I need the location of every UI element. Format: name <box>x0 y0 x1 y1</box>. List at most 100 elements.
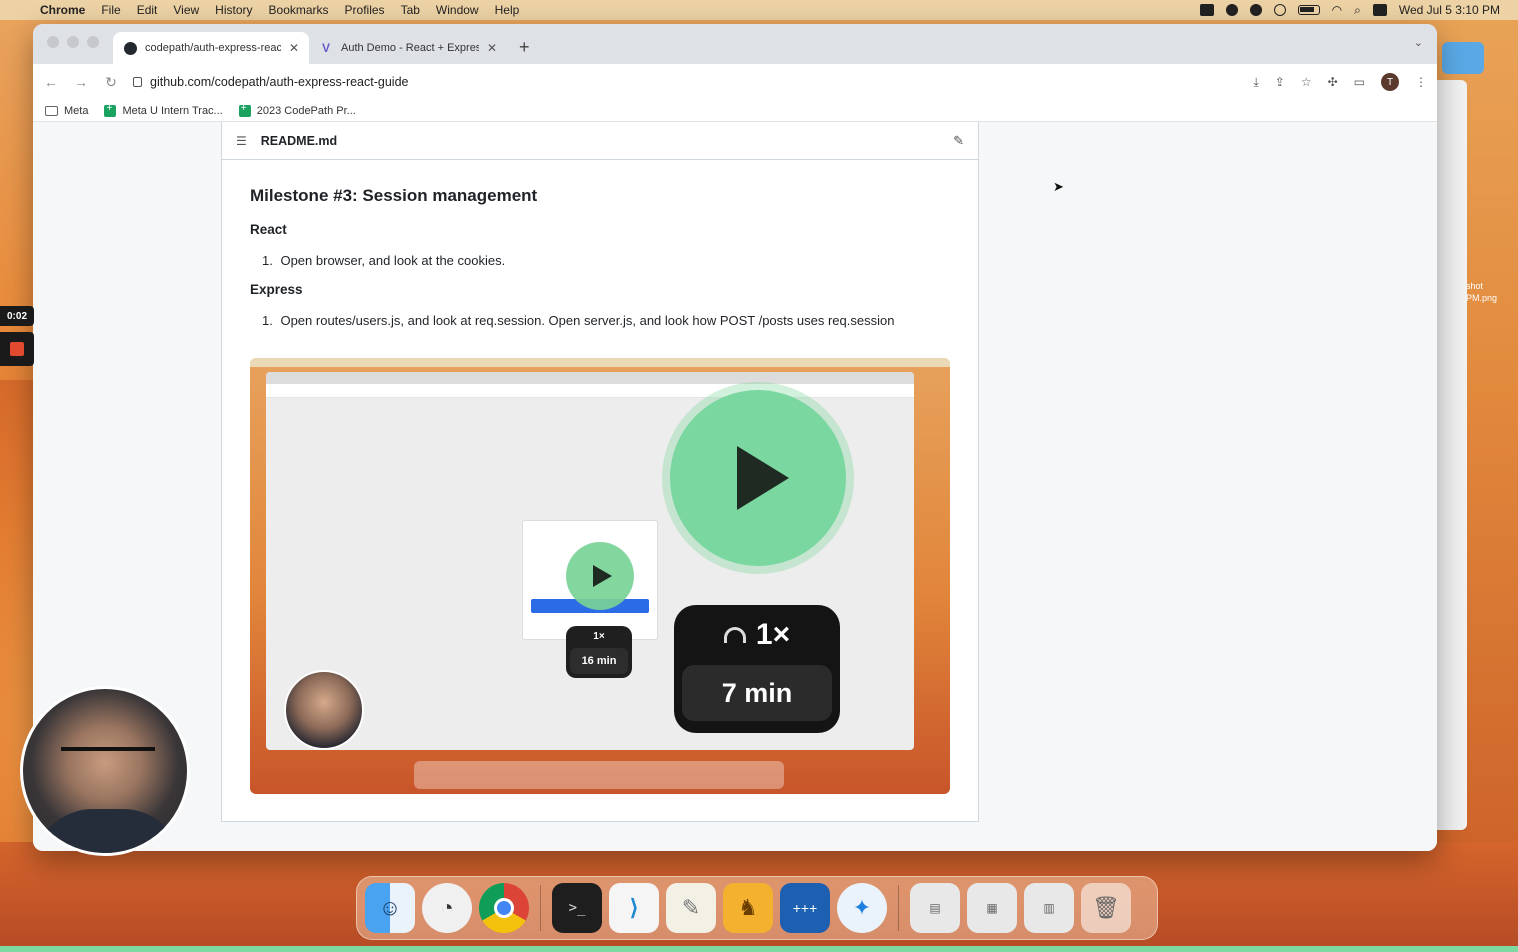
address-bar[interactable]: github.com/codepath/auth-express-react-g… <box>133 69 1239 95</box>
document-icon[interactable]: ▥ <box>1024 883 1074 933</box>
readme-header: ☰ README.md ✎ <box>222 122 978 160</box>
facebook-icon[interactable] <box>1249 4 1262 16</box>
list-number: 1. <box>262 253 273 268</box>
vite-icon: V <box>321 41 330 55</box>
menu-view[interactable]: View <box>165 3 207 17</box>
extensions-icon[interactable]: ✣ <box>1328 75 1338 89</box>
finder-icon[interactable]: ☺ <box>365 883 415 933</box>
new-tab-button[interactable]: + <box>507 37 542 64</box>
trash-icon[interactable]: 🗑 <box>1081 883 1131 933</box>
list-item-text: Open browser, and look at the cookies. <box>280 253 506 268</box>
list-item-text: Open routes/users.js, and look at req.se… <box>280 313 895 328</box>
webcam-person <box>61 747 155 769</box>
menu-file[interactable]: File <box>93 3 128 17</box>
thumbnail-menubar <box>250 358 950 367</box>
safari-icon[interactable]: ✦ <box>837 883 887 933</box>
menu-edit[interactable]: Edit <box>129 3 166 17</box>
outline-list-icon[interactable]: ☰ <box>236 134 247 148</box>
webcam-person-shirt <box>33 809 183 853</box>
bookmark-meta[interactable]: Meta <box>45 105 88 117</box>
profile-avatar[interactable]: T <box>1381 73 1399 91</box>
tab-auth-demo[interactable]: V Auth Demo - React + Express ✕ <box>309 32 507 64</box>
tableplus-icon[interactable]: ♞ <box>723 883 773 933</box>
menu-help[interactable]: Help <box>487 3 528 17</box>
bookmark-meta-u-intern[interactable]: Meta U Intern Trac... <box>104 103 223 117</box>
bookmark-codepath[interactable]: 2023 CodePath Pr... <box>238 103 356 117</box>
inner-play-icon <box>566 542 634 610</box>
inner-speed: 1× <box>593 631 605 642</box>
edit-pencil-icon[interactable]: ✎ <box>953 133 964 149</box>
webcam-bubble[interactable] <box>20 686 190 856</box>
dock-separator <box>540 885 541 931</box>
tab-title: codepath/auth-express-react- <box>145 42 281 54</box>
install-icon[interactable]: ⤓ <box>1253 75 1258 90</box>
dock-separator <box>898 885 899 931</box>
menu-history[interactable]: History <box>207 3 260 17</box>
close-window-icon[interactable] <box>47 36 59 48</box>
star-icon[interactable]: ☆ <box>1301 75 1312 89</box>
video-thumbnail[interactable]: 1× 16 min 1× 7 min <box>250 358 950 794</box>
textedit-icon[interactable]: ✎ <box>666 883 716 933</box>
activity-icon[interactable]: ◔ <box>422 883 472 933</box>
tab-strip: codepath/auth-express-react- ✕ V Auth De… <box>33 24 1437 64</box>
forward-icon[interactable]: → <box>73 74 89 90</box>
minimize-window-icon[interactable] <box>67 36 79 48</box>
speed-duration-badge[interactable]: 1× 7 min <box>674 605 840 733</box>
menu-tab[interactable]: Tab <box>393 3 428 17</box>
chrome-icon[interactable] <box>479 883 529 933</box>
clock[interactable]: Wed Jul 5 3:10 PM <box>1399 3 1500 17</box>
thumbnail-tabs <box>266 372 914 384</box>
close-tab-icon[interactable]: ✕ <box>487 41 497 55</box>
sidepanel-icon[interactable]: ▭ <box>1354 75 1365 89</box>
share-icon[interactable]: ⇪ <box>1275 75 1285 89</box>
readme-panel: ☰ README.md ✎ Milestone #3: Session mana… <box>221 122 979 822</box>
menu-window[interactable]: Window <box>428 3 487 17</box>
list-number: 1. <box>262 313 273 328</box>
menu-profiles[interactable]: Profiles <box>337 3 393 17</box>
milestone-heading: Milestone #3: Session management <box>250 186 538 205</box>
browser-window: codepath/auth-express-react- ✕ V Auth De… <box>33 24 1437 851</box>
vscode-icon[interactable]: ⟩ <box>609 883 659 933</box>
lock-icon[interactable] <box>133 77 142 87</box>
control-center-icon[interactable] <box>1372 4 1387 16</box>
desktop-file-label[interactable]: shot PM.png <box>1466 280 1518 304</box>
more-menu-icon[interactable]: ⋮ <box>1415 75 1427 89</box>
browser-toolbar: ← → ↻ github.com/codepath/auth-express-r… <box>33 64 1437 100</box>
calculator-icon[interactable]: +++ <box>780 883 830 933</box>
bookmark-label: Meta <box>64 104 89 117</box>
menu-bookmarks[interactable]: Bookmarks <box>261 3 337 17</box>
terminal-icon[interactable]: >_ <box>552 883 602 933</box>
tab-title: Auth Demo - React + Express <box>341 42 479 54</box>
sync-icon[interactable] <box>1273 4 1286 16</box>
reload-icon[interactable]: ↻ <box>103 74 119 91</box>
stop-recording-button[interactable] <box>0 332 34 366</box>
menu-chrome[interactable]: Chrome <box>32 3 93 17</box>
stop-icon <box>10 342 24 356</box>
bookmark-label: 2023 CodePath Pr... <box>256 104 356 117</box>
window-controls <box>47 36 99 48</box>
sheets-icon <box>104 103 117 117</box>
section-heading-express: Express <box>250 282 303 297</box>
status-area: ◠ ⌕ Wed Jul 5 3:10 PM <box>1199 3 1518 18</box>
playback-speed: 1× <box>755 618 791 651</box>
wifi-icon[interactable]: ◠ <box>1332 3 1342 17</box>
battery-icon[interactable] <box>1297 5 1320 15</box>
back-icon[interactable]: ← <box>43 74 59 90</box>
document-icon[interactable]: ▦ <box>967 883 1017 933</box>
gear-icon[interactable] <box>1225 4 1238 16</box>
menu-bar: Chrome File Edit View History Bookmarks … <box>0 0 1518 20</box>
bookmark-label: Meta U Intern Trac... <box>122 104 223 117</box>
zoom-window-icon[interactable] <box>87 36 99 48</box>
tab-github-readme[interactable]: codepath/auth-express-react- ✕ <box>113 32 309 64</box>
page-content: ☰ README.md ✎ Milestone #3: Session mana… <box>33 122 1437 851</box>
folder-icon[interactable]: ▤ <box>910 883 960 933</box>
url-text[interactable]: github.com/codepath/auth-express-react-g… <box>150 75 408 89</box>
play-button[interactable] <box>670 390 846 566</box>
screen-share-icon[interactable] <box>1199 4 1214 16</box>
inner-speed-badge: 1× 16 min <box>566 626 632 678</box>
close-tab-icon[interactable]: ✕ <box>289 41 299 55</box>
search-icon[interactable]: ⌕ <box>1354 3 1361 18</box>
speed-row: 1× <box>674 605 840 665</box>
bookmarks-bar: Meta Meta U Intern Trac... 2023 CodePath… <box>33 100 1437 122</box>
chevron-down-icon[interactable]: ⌄ <box>1414 36 1423 49</box>
